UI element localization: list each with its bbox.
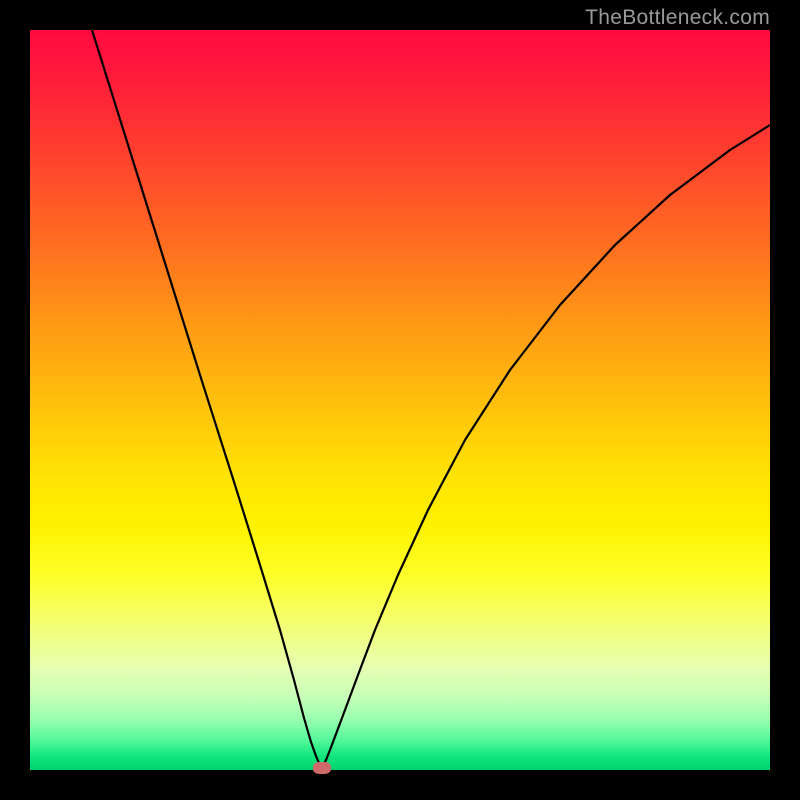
curve-svg: [30, 30, 770, 770]
bottleneck-curve: [92, 30, 770, 767]
watermark-text: TheBottleneck.com: [585, 6, 770, 30]
optimal-marker: [313, 762, 331, 774]
chart-frame: TheBottleneck.com: [0, 0, 800, 800]
